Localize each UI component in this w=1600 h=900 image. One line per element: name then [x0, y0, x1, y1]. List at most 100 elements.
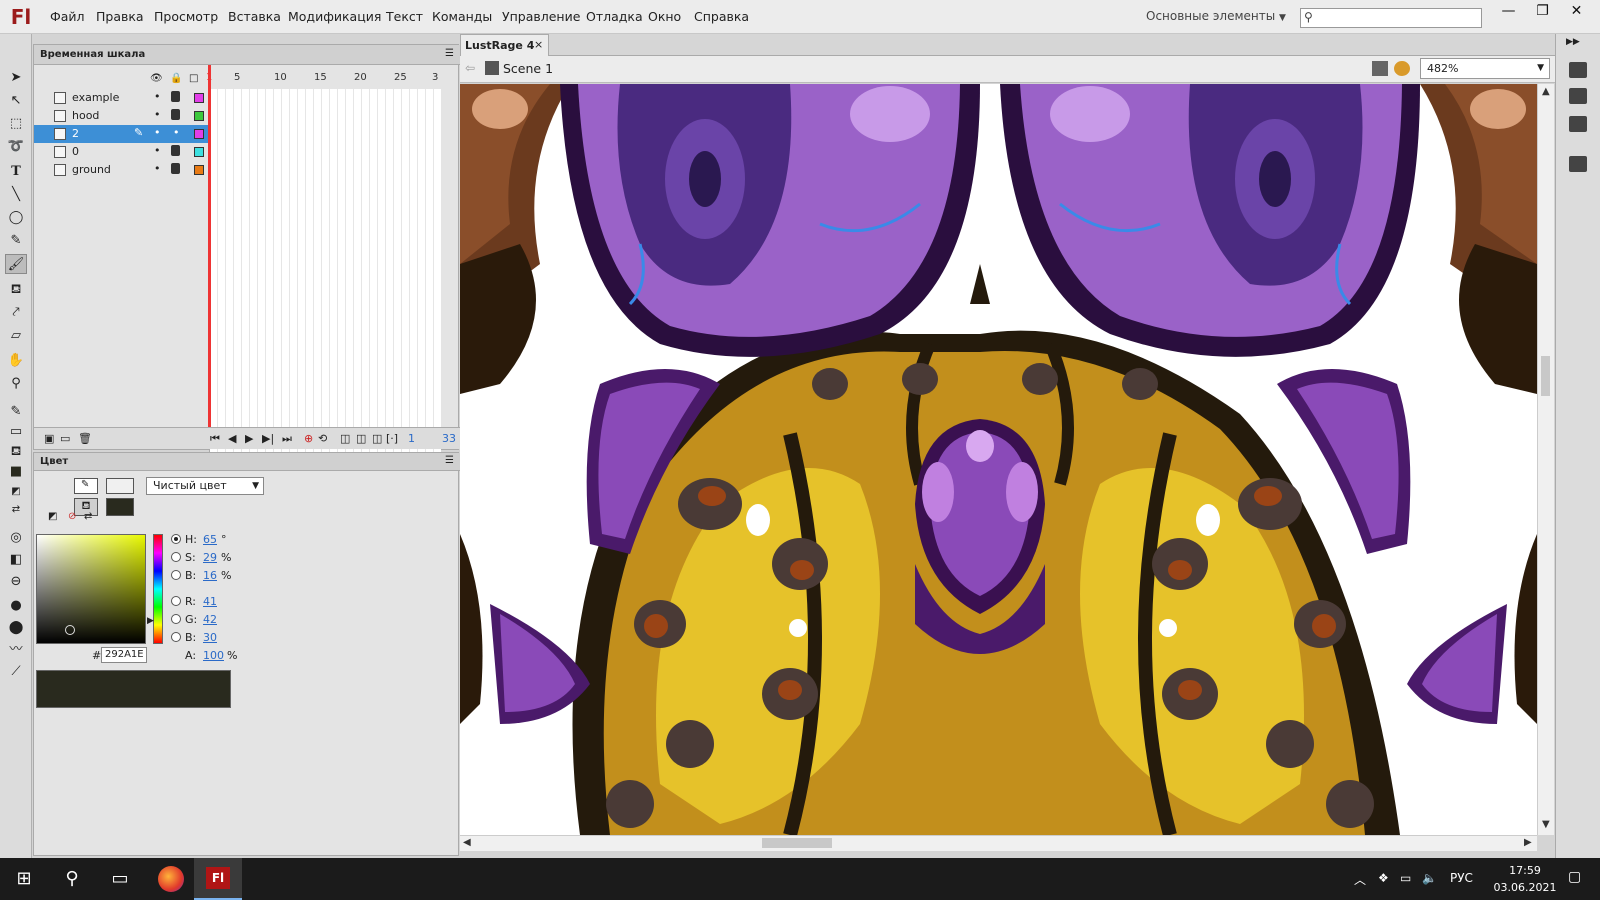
chevron-up-icon[interactable]: ︿: [1354, 871, 1366, 888]
outline-all-icon[interactable]: □: [189, 73, 198, 84]
library-panel-icon[interactable]: [1569, 88, 1587, 104]
hand-tool-icon[interactable]: ✋: [5, 351, 27, 371]
blue-radio[interactable]: [171, 632, 181, 642]
align-panel-icon[interactable]: [1569, 116, 1587, 132]
red-radio[interactable]: [171, 596, 181, 606]
layer-color-swatch[interactable]: [194, 129, 204, 139]
brush-mode-icon[interactable]: ◧: [5, 550, 27, 570]
layer-color-swatch[interactable]: [194, 165, 204, 175]
brightness-radio[interactable]: [171, 570, 181, 580]
play-icon[interactable]: ▶: [245, 432, 253, 445]
close-tab-icon[interactable]: ×: [534, 38, 543, 51]
eraser-tool-icon[interactable]: ▱: [5, 326, 27, 346]
menu-view[interactable]: Просмотр: [154, 9, 218, 24]
playhead[interactable]: [208, 65, 211, 427]
color-tab[interactable]: Цвет ☰: [34, 453, 460, 471]
layer-color-swatch[interactable]: [194, 93, 204, 103]
brightness-value[interactable]: 16: [203, 569, 217, 582]
menu-debug[interactable]: Отладка: [586, 9, 643, 24]
visibility-dot-icon[interactable]: •: [154, 126, 161, 139]
zoom-tool-icon[interactable]: ⚲: [5, 374, 27, 394]
lock-icon[interactable]: [171, 145, 180, 156]
lock-all-icon[interactable]: 🔒: [170, 73, 182, 84]
pencil-tool-icon[interactable]: ✎: [5, 231, 27, 251]
menu-text[interactable]: Текст: [386, 9, 423, 24]
swap-colors-icon[interactable]: ⇄: [5, 500, 27, 520]
scene-name[interactable]: Scene 1: [503, 61, 553, 76]
notifications-icon[interactable]: ▢: [1568, 869, 1581, 885]
stroke-swatch-icon[interactable]: ▭: [5, 422, 27, 442]
stage-canvas[interactable]: [460, 84, 1537, 835]
alpha-value[interactable]: 100: [203, 649, 224, 662]
visibility-dot-icon[interactable]: •: [154, 144, 161, 157]
free-transform-tool-icon[interactable]: ⬚: [5, 114, 27, 134]
fill-color-icon[interactable]: ⛾: [5, 442, 27, 462]
visibility-dot-icon[interactable]: •: [154, 108, 161, 121]
green-value[interactable]: 42: [203, 613, 217, 626]
menu-edit[interactable]: Правка: [96, 9, 144, 24]
delete-layer-icon[interactable]: 🗑: [78, 432, 92, 445]
collapse-icon[interactable]: ▶▶: [1566, 37, 1580, 47]
hue-value[interactable]: 65: [203, 533, 217, 546]
visibility-dot-icon[interactable]: •: [154, 162, 161, 175]
hue-radio[interactable]: [171, 534, 181, 544]
swap-colors-icon[interactable]: ⇄: [84, 511, 92, 522]
vertical-scroll-thumb[interactable]: [1541, 356, 1550, 396]
horizontal-scroll-thumb[interactable]: [762, 838, 832, 848]
green-radio[interactable]: [171, 614, 181, 624]
properties-panel-icon[interactable]: [1569, 62, 1587, 78]
scroll-right-icon[interactable]: ▶: [1524, 837, 1532, 848]
current-frame[interactable]: 1: [408, 432, 415, 445]
lock-dot-icon[interactable]: •: [173, 126, 180, 139]
windows-start-icon[interactable]: ⊞: [0, 858, 48, 900]
language-indicator[interactable]: РУС: [1450, 871, 1473, 885]
stroke-color-preview[interactable]: [106, 478, 134, 494]
visibility-dot-icon[interactable]: •: [154, 90, 161, 103]
black-white-icon[interactable]: ◩: [48, 511, 57, 522]
edit-symbols-icon[interactable]: [1394, 61, 1410, 76]
hue-slider-arrow-icon[interactable]: ▶: [147, 616, 154, 626]
menu-commands[interactable]: Команды: [432, 9, 492, 24]
scroll-down-icon[interactable]: ▼: [1542, 819, 1550, 830]
subselection-tool-icon[interactable]: ↖: [5, 91, 27, 111]
menu-modify[interactable]: Модификация: [288, 9, 381, 24]
hex-input[interactable]: 292A1E: [101, 647, 147, 663]
new-folder-icon[interactable]: ▭: [60, 432, 70, 445]
paint-bucket-tool-icon[interactable]: ⛾: [5, 280, 27, 300]
layer-row-hood[interactable]: hood •: [34, 107, 460, 125]
black-white-icon[interactable]: ◩: [5, 482, 27, 502]
go-first-icon[interactable]: ⏮: [210, 432, 220, 446]
layer-color-swatch[interactable]: [194, 111, 204, 121]
brush-shape-icon[interactable]: ⬤: [5, 618, 27, 638]
task-view-icon[interactable]: ▭: [96, 858, 144, 900]
lock-icon[interactable]: [171, 91, 180, 102]
document-tab[interactable]: LustRage 4 ×: [460, 34, 549, 56]
line-tool-icon[interactable]: ╲: [5, 185, 27, 205]
center-frame-icon[interactable]: ⊕: [304, 432, 313, 445]
clock[interactable]: 17:59 03.06.2021: [1490, 862, 1560, 896]
timeline-tab[interactable]: Временная шкала ☰: [34, 45, 460, 65]
fill-swatch-icon[interactable]: ■: [5, 462, 27, 482]
search-icon[interactable]: ⚲: [48, 858, 96, 900]
flash-taskbar-button[interactable]: Fl: [194, 858, 242, 900]
pressure-icon[interactable]: 〰: [5, 640, 27, 660]
loop-icon[interactable]: ⟲: [318, 432, 327, 445]
text-tool-icon[interactable]: T: [5, 162, 27, 182]
panel-menu-icon[interactable]: ☰: [445, 455, 454, 466]
menu-control[interactable]: Управление: [502, 9, 580, 24]
brush-tool-icon[interactable]: 🖌: [5, 254, 27, 274]
step-forward-icon[interactable]: ▶|: [262, 432, 274, 445]
help-search-input[interactable]: ⚲: [1300, 8, 1482, 28]
workspace-switcher[interactable]: Основные элементы ▼: [1146, 9, 1286, 23]
onion-skin-icon[interactable]: ◫: [340, 432, 350, 445]
tilt-icon[interactable]: ⟋: [5, 662, 27, 682]
edit-scene-icon[interactable]: [1372, 61, 1388, 76]
scroll-up-icon[interactable]: ▲: [1542, 86, 1550, 97]
restore-button[interactable]: ❐: [1526, 1, 1559, 21]
network-icon[interactable]: ▭: [1400, 871, 1411, 885]
layer-row-ground[interactable]: ground •: [34, 161, 460, 179]
firefox-icon[interactable]: [158, 866, 184, 892]
go-last-icon[interactable]: ⏭: [282, 432, 292, 446]
zoom-select[interactable]: 482% ▼: [1420, 58, 1550, 79]
blue-value[interactable]: 30: [203, 631, 217, 644]
